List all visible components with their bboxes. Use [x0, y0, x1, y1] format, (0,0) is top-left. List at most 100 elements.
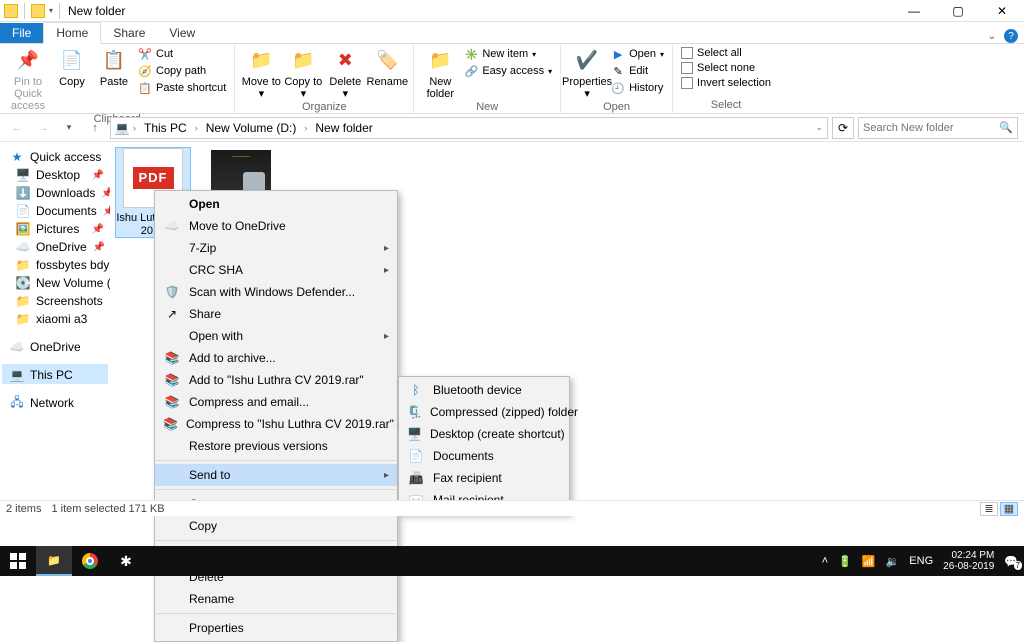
refresh-button[interactable]: ⟳: [832, 117, 854, 139]
pin-quick-access-button[interactable]: 📌 Pin to Quick access: [6, 46, 50, 112]
new-folder-button[interactable]: 📁 New folder: [420, 46, 460, 100]
sidebar-item-pictures[interactable]: 🖼️Pictures📌: [2, 220, 108, 238]
start-button[interactable]: [0, 546, 36, 576]
file-tab[interactable]: File: [0, 23, 43, 43]
sidebar-item-documents[interactable]: 📄Documents📌: [2, 202, 108, 220]
easy-access-button[interactable]: 🔗Easy access ▾: [462, 63, 554, 79]
back-button[interactable]: ←: [6, 117, 28, 139]
copy-to-button[interactable]: 📁 Copy to ▾: [283, 46, 323, 100]
taskbar-explorer[interactable]: 📁: [36, 546, 72, 576]
tray-battery-icon[interactable]: 🔋: [838, 555, 852, 568]
taskbar-chrome[interactable]: [72, 546, 108, 576]
new-item-button[interactable]: ✳️New item ▾: [462, 46, 554, 62]
tray-volume-icon[interactable]: 🔉: [886, 555, 900, 568]
select-all-button[interactable]: Select all: [679, 46, 773, 60]
invert-selection-button[interactable]: Invert selection: [679, 76, 773, 90]
edit-button[interactable]: ✎Edit: [609, 63, 666, 79]
open-button[interactable]: ▶Open ▾: [609, 46, 666, 62]
forward-button[interactable]: →: [32, 117, 54, 139]
sidebar-item-folder[interactable]: 📁xiaomi a3: [2, 310, 108, 328]
search-box[interactable]: 🔍: [858, 117, 1018, 139]
ctx-copy[interactable]: Copy: [155, 515, 397, 537]
help-button[interactable]: ?: [1004, 29, 1018, 43]
home-tab[interactable]: Home: [43, 22, 101, 44]
recent-locations-button[interactable]: ▾: [58, 117, 80, 139]
copy-path-button[interactable]: 🧭Copy path: [136, 63, 228, 79]
ctx-restore[interactable]: Restore previous versions: [155, 435, 397, 457]
taskbar: 📁 ✱ ˄ 🔋 📶 🔉 ENG 02:24 PM 26-08-2019 💬7: [0, 546, 1024, 576]
qat-dropdown[interactable]: ▾: [49, 6, 53, 15]
quick-access-header[interactable]: ★Quick access: [2, 146, 108, 166]
ctx-properties[interactable]: Properties: [155, 617, 397, 639]
tray-wifi-icon[interactable]: 📶: [862, 555, 876, 568]
sidebar-item-this-pc[interactable]: 💻This PC: [2, 364, 108, 384]
file-list[interactable]: PDF Ishu Luthra CV 2019 ──── White Open …: [110, 142, 1024, 500]
up-button[interactable]: ↑: [84, 117, 106, 139]
properties-button[interactable]: ✔️ Properties ▾: [567, 46, 607, 100]
sidebar-item-desktop[interactable]: 🖥️Desktop📌: [2, 166, 108, 184]
winrar-icon: 📚: [163, 416, 178, 432]
ctx-add-archive[interactable]: 📚Add to archive...: [155, 347, 397, 369]
breadcrumb-segment[interactable]: New Volume (D:): [202, 121, 301, 135]
history-button[interactable]: 🕘History: [609, 80, 666, 96]
search-input[interactable]: [863, 122, 983, 134]
delete-button[interactable]: ✖ Delete ▾: [325, 46, 365, 100]
close-button[interactable]: ✕: [980, 0, 1024, 22]
rename-icon: 🏷️: [374, 48, 400, 74]
view-tab[interactable]: View: [157, 23, 207, 43]
tray-clock[interactable]: 02:24 PM 26-08-2019: [943, 550, 994, 572]
share-tab[interactable]: Share: [101, 23, 157, 43]
sendto-compressed[interactable]: 🗜️Compressed (zipped) folder: [399, 401, 569, 423]
folder-icon: 📁: [16, 294, 30, 308]
rename-button[interactable]: 🏷️ Rename: [367, 46, 407, 88]
ctx-send-to[interactable]: Send to▸: [155, 464, 397, 486]
ctx-compress-to[interactable]: 📚Compress to "Ishu Luthra CV 2019.rar" a…: [155, 413, 397, 435]
sendto-fax[interactable]: 📠Fax recipient: [399, 467, 569, 489]
ctx-rename[interactable]: Rename: [155, 588, 397, 610]
sendto-documents[interactable]: 📄Documents: [399, 445, 569, 467]
ctx-defender[interactable]: 🛡️Scan with Windows Defender...: [155, 281, 397, 303]
sidebar-item-network[interactable]: 🖧Network: [2, 392, 108, 412]
bluetooth-icon: ᛒ: [407, 382, 425, 398]
ctx-open[interactable]: Open: [155, 193, 397, 215]
documents-icon: 📄: [407, 448, 425, 464]
selection-info: 1 item selected 171 KB: [51, 503, 164, 515]
copy-button[interactable]: 📄 Copy: [52, 46, 92, 88]
sendto-desktop[interactable]: 🖥️Desktop (create shortcut): [399, 423, 569, 445]
taskbar-slack[interactable]: ✱: [108, 546, 144, 576]
ctx-move-onedrive[interactable]: ☁️Move to OneDrive: [155, 215, 397, 237]
breadcrumb-segment[interactable]: New folder: [311, 121, 376, 135]
sidebar-item-onedrive[interactable]: ☁️OneDrive📌: [2, 238, 108, 256]
sidebar-item-folder[interactable]: 📁fossbytes bdy: [2, 256, 108, 274]
sidebar-item-downloads[interactable]: ⬇️Downloads📌: [2, 184, 108, 202]
collapse-ribbon-button[interactable]: ⌄: [988, 31, 996, 42]
select-none-button[interactable]: Select none: [679, 61, 773, 75]
sendto-bluetooth[interactable]: ᛒBluetooth device: [399, 379, 569, 401]
minimize-button[interactable]: —: [892, 0, 936, 22]
paste-shortcut-button[interactable]: 📋Paste shortcut: [136, 80, 228, 96]
tray-notifications[interactable]: 💬7: [1004, 555, 1018, 568]
ctx-compress-email[interactable]: 📚Compress and email...: [155, 391, 397, 413]
ctx-share[interactable]: ↗Share: [155, 303, 397, 325]
easy-access-icon: 🔗: [464, 64, 478, 78]
maximize-button[interactable]: ▢: [936, 0, 980, 22]
address-dropdown[interactable]: ⌄: [815, 122, 823, 133]
tray-language[interactable]: ENG: [909, 555, 933, 567]
details-view-button[interactable]: ≣: [980, 502, 998, 516]
ctx-7zip[interactable]: 7-Zip▸: [155, 237, 397, 259]
ctx-add-rar[interactable]: 📚Add to "Ishu Luthra CV 2019.rar": [155, 369, 397, 391]
ctx-crc-sha[interactable]: CRC SHA▸: [155, 259, 397, 281]
paste-button[interactable]: 📋 Paste: [94, 46, 134, 88]
breadcrumb[interactable]: 💻 › This PC › New Volume (D:) › New fold…: [110, 117, 828, 139]
tray-chevron-icon[interactable]: ˄: [822, 555, 828, 567]
winrar-icon: 📚: [163, 394, 181, 410]
move-to-button[interactable]: 📁 Move to ▾: [241, 46, 281, 100]
sidebar-item-folder[interactable]: 📁Screenshots: [2, 292, 108, 310]
sidebar-item-drive[interactable]: 💽New Volume (D:): [2, 274, 108, 292]
folder-icon[interactable]: [31, 4, 45, 18]
thumbnails-view-button[interactable]: ▦: [1000, 502, 1018, 516]
breadcrumb-segment[interactable]: This PC: [140, 121, 191, 135]
sidebar-item-onedrive-root[interactable]: ☁️OneDrive: [2, 336, 108, 356]
ctx-open-with[interactable]: Open with▸: [155, 325, 397, 347]
cut-button[interactable]: ✂️Cut: [136, 46, 228, 62]
